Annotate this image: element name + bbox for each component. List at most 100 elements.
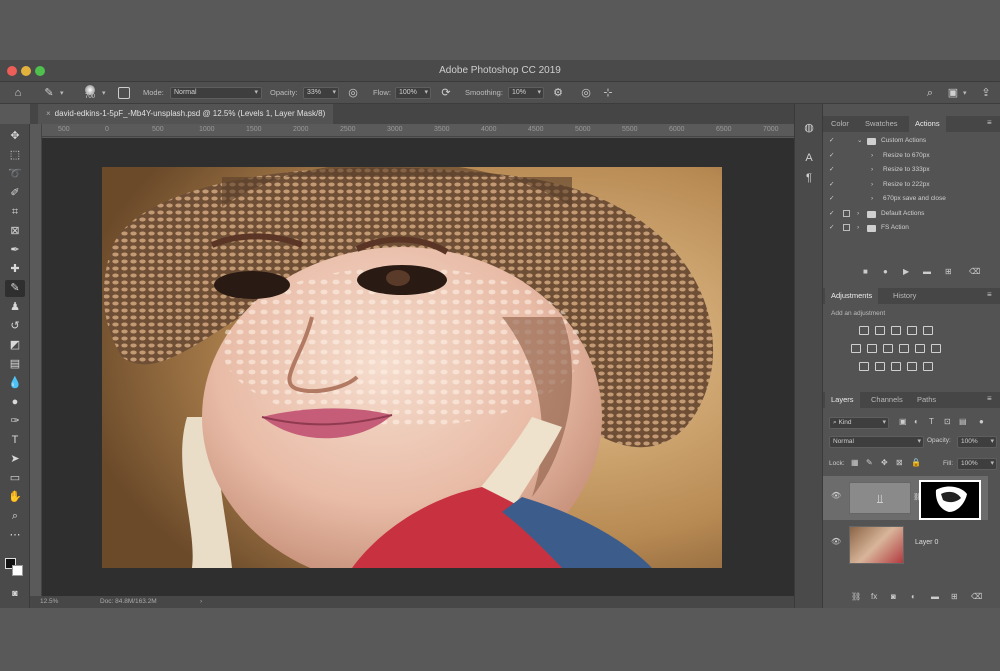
lock-transparent-icon[interactable]: ▦ bbox=[851, 458, 859, 467]
posterize-icon[interactable] bbox=[875, 362, 885, 371]
pixel-filter-icon[interactable]: ▣ bbox=[899, 417, 907, 426]
filter-toggle-icon[interactable]: ● bbox=[979, 417, 984, 426]
chevron-right-icon[interactable]: › bbox=[871, 149, 873, 164]
dodge-tool-icon[interactable]: ● bbox=[5, 394, 25, 411]
rectangle-tool-icon[interactable]: ▭ bbox=[5, 470, 25, 487]
layer-filter-select[interactable]: ⌕ Kind ▾ bbox=[829, 417, 889, 429]
tab-actions[interactable]: Actions bbox=[909, 116, 946, 132]
quick-mask-icon[interactable]: ◙ bbox=[5, 585, 25, 602]
new-layer-icon[interactable]: ⊞ bbox=[951, 592, 958, 601]
panel-menu-icon[interactable]: ≡ bbox=[987, 118, 992, 127]
shape-filter-icon[interactable]: ⊡ bbox=[944, 417, 951, 426]
color-panel-icon[interactable]: ◍ bbox=[800, 118, 818, 138]
brush-tool-icon[interactable]: ✎ bbox=[5, 280, 25, 297]
photo-filter-icon[interactable] bbox=[899, 344, 909, 353]
frame-tool-icon[interactable]: ⊠ bbox=[5, 223, 25, 240]
selective-color-icon[interactable] bbox=[923, 362, 933, 371]
history-brush-tool-icon[interactable]: ↺ bbox=[5, 318, 25, 335]
more-tools-icon[interactable]: ⋯ bbox=[5, 527, 25, 544]
stop-icon[interactable]: ■ bbox=[863, 267, 868, 276]
fill-input[interactable]: 100% ▾ bbox=[957, 458, 997, 470]
hue-saturation-icon[interactable] bbox=[851, 344, 861, 353]
tab-paths[interactable]: Paths bbox=[911, 392, 942, 408]
chevron-right-icon[interactable]: › bbox=[871, 163, 873, 178]
action-item[interactable]: ✓ › Resize to 670px bbox=[823, 149, 1000, 164]
quick-selection-tool-icon[interactable]: ✐ bbox=[5, 185, 25, 202]
hand-tool-icon[interactable]: ✋ bbox=[5, 489, 25, 506]
trash-icon[interactable]: ⌫ bbox=[969, 267, 980, 276]
checkmark-icon[interactable]: ✓ bbox=[829, 149, 834, 164]
background-color-swatch[interactable] bbox=[12, 565, 23, 576]
pen-tool-icon[interactable]: ✑ bbox=[5, 413, 25, 430]
invert-icon[interactable] bbox=[859, 362, 869, 371]
dialog-toggle-icon[interactable] bbox=[843, 209, 850, 217]
layer-opacity-input[interactable]: 100% ▾ bbox=[957, 436, 997, 448]
path-selection-tool-icon[interactable]: ➤ bbox=[5, 451, 25, 468]
action-item[interactable]: ✓ ⌄ Custom Actions bbox=[823, 134, 1000, 149]
layer-row-levels[interactable]: 👁 ⫫ ⛓ bbox=[823, 476, 988, 520]
eye-icon[interactable]: 👁 bbox=[831, 491, 841, 500]
color-balance-icon[interactable] bbox=[867, 344, 877, 353]
panel-menu-icon[interactable]: ≡ bbox=[987, 394, 992, 403]
tab-channels[interactable]: Channels bbox=[865, 392, 909, 408]
new-set-icon[interactable]: ▬ bbox=[923, 267, 931, 276]
document-tab[interactable]: × david-edkins-1-5pF_-Mb4Y-unsplash.psd @… bbox=[38, 104, 334, 124]
home-icon[interactable]: ⌂ bbox=[8, 82, 28, 104]
eye-icon[interactable]: 👁 bbox=[831, 537, 841, 546]
exposure-icon[interactable] bbox=[907, 326, 917, 335]
lock-all-icon[interactable]: 🔒 bbox=[911, 458, 921, 467]
chevron-down-icon[interactable]: ▾ bbox=[102, 89, 106, 97]
add-mask-icon[interactable]: ◙ bbox=[891, 592, 896, 601]
eraser-tool-icon[interactable]: ◩ bbox=[5, 337, 25, 354]
brightness-contrast-icon[interactable] bbox=[859, 326, 869, 335]
brush-preset-picker[interactable]: 700 bbox=[80, 83, 100, 103]
trash-icon[interactable]: ⌫ bbox=[971, 592, 982, 601]
new-adjustment-layer-icon[interactable]: ◐ bbox=[911, 592, 916, 601]
lock-position-icon[interactable]: ✥ bbox=[881, 458, 888, 467]
panel-menu-icon[interactable]: ≡ bbox=[987, 290, 992, 299]
action-item[interactable]: ✓ › Resize to 333px bbox=[823, 163, 1000, 178]
brush-tool-icon[interactable]: ✎ bbox=[40, 82, 58, 104]
layer-row-layer-0[interactable]: 👁 Layer 0 bbox=[823, 522, 988, 566]
chevron-right-icon[interactable]: › bbox=[871, 178, 873, 193]
chevron-down-icon[interactable]: ▾ bbox=[60, 89, 64, 97]
chevron-right-icon[interactable]: › bbox=[857, 207, 859, 222]
action-item[interactable]: ✓ › Resize to 222px bbox=[823, 178, 1000, 193]
tab-swatches[interactable]: Swatches bbox=[859, 116, 904, 132]
clone-stamp-tool-icon[interactable]: ♟ bbox=[5, 299, 25, 316]
smoothing-input[interactable]: 10% ▾ bbox=[508, 87, 544, 99]
link-layers-icon[interactable]: ⛓ bbox=[851, 592, 861, 601]
new-group-icon[interactable]: ▬ bbox=[931, 592, 939, 601]
curves-icon[interactable] bbox=[891, 326, 901, 335]
blur-tool-icon[interactable]: 💧 bbox=[5, 375, 25, 392]
tab-layers[interactable]: Layers bbox=[825, 392, 860, 408]
move-tool-icon[interactable]: ✥ bbox=[5, 128, 25, 145]
zoom-level[interactable]: 12.5% bbox=[40, 596, 58, 608]
chevron-down-icon[interactable]: ▾ bbox=[963, 89, 967, 97]
checkmark-icon[interactable]: ✓ bbox=[829, 163, 834, 178]
gradient-tool-icon[interactable]: ▤ bbox=[5, 356, 25, 373]
checkmark-icon[interactable]: ✓ bbox=[829, 178, 834, 193]
smart-object-filter-icon[interactable]: ▤ bbox=[959, 417, 967, 426]
pressure-opacity-icon[interactable]: ◎ bbox=[345, 82, 361, 104]
adjustment-filter-icon[interactable]: ◐ bbox=[914, 417, 919, 426]
lasso-tool-icon[interactable]: ➰ bbox=[5, 166, 25, 183]
eyedropper-tool-icon[interactable]: ✒ bbox=[5, 242, 25, 259]
zoom-tool-icon[interactable]: ⌕ bbox=[5, 508, 25, 525]
new-action-icon[interactable]: ⊞ bbox=[945, 267, 952, 276]
gradient-map-icon[interactable] bbox=[907, 362, 917, 371]
type-filter-icon[interactable]: T bbox=[929, 417, 934, 426]
opacity-input[interactable]: 33% ▾ bbox=[303, 87, 339, 99]
type-tool-icon[interactable]: T bbox=[5, 432, 25, 449]
symmetry-icon[interactable]: ⊹ bbox=[600, 82, 616, 104]
character-panel-icon[interactable]: A bbox=[800, 148, 818, 168]
chevron-right-icon[interactable]: › bbox=[871, 192, 873, 207]
record-icon[interactable]: ● bbox=[883, 267, 888, 276]
mode-select[interactable]: Normal ▾ bbox=[170, 87, 262, 99]
action-item[interactable]: ✓ › Default Actions bbox=[823, 207, 1000, 222]
lock-pixels-icon[interactable]: ✎ bbox=[866, 458, 873, 467]
checkmark-icon[interactable]: ✓ bbox=[829, 192, 834, 207]
action-item[interactable]: ✓ › 670px save and close bbox=[823, 192, 1000, 207]
tab-color[interactable]: Color bbox=[825, 116, 855, 132]
checkmark-icon[interactable]: ✓ bbox=[829, 134, 834, 149]
